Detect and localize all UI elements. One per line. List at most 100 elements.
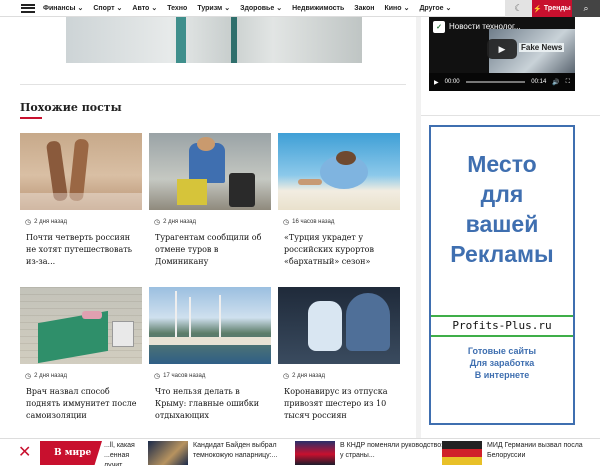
post-time: 2 дня назад: [34, 373, 68, 379]
nav-item-finance[interactable]: Финансы ⌄: [43, 4, 84, 13]
fullscreen-icon[interactable]: ⛶: [566, 79, 570, 86]
sidebar: Fake News ✓ Новости технолог... ▶ ▶ 00:0…: [421, 17, 600, 466]
post-time: 16 часов назад: [292, 219, 335, 225]
post-thumbnail[interactable]: [278, 287, 400, 364]
chevron-down-icon: ⌄: [116, 5, 123, 12]
channel-logo-icon: ✓: [433, 20, 445, 33]
nav-item-label: Другое: [419, 4, 444, 12]
post-title[interactable]: Что нельзя делать в Крыму: главные ошибк…: [155, 386, 266, 422]
video-seek-bar[interactable]: [465, 81, 526, 83]
nav-item-label: Здоровье: [240, 4, 275, 12]
main-column: Похожие посты ◷ 2 дня назад Почти четверт…: [0, 17, 416, 466]
trends-button[interactable]: ⚡ Тренды: [532, 0, 572, 17]
menu-icon[interactable]: [21, 3, 35, 13]
post-card[interactable]: ◷ 17 часов назад Что нельзя делать в Крым…: [149, 287, 271, 442]
post-title[interactable]: Врач назвал способ поднять иммунитет пос…: [26, 386, 137, 422]
bolt-icon: ⚡: [533, 5, 542, 13]
nav-item-label: Закон: [354, 4, 375, 12]
divider: [421, 115, 600, 116]
play-icon[interactable]: ▶: [434, 79, 439, 86]
video-player[interactable]: Fake News ✓ Новости технолог... ▶ ▶ 00:0…: [429, 17, 575, 91]
ad-subtext-line: Готовые сайты: [467, 346, 537, 356]
top-navigation: Финансы ⌄ Спорт ⌄ Авто ⌄ Техно Туризм ⌄ Здор…: [0, 0, 600, 17]
video-duration: 00:14: [531, 79, 547, 85]
ticker-item[interactable]: Кандидат Байден выбрал темнокожую напарн…: [148, 441, 298, 465]
ad-headline: Место для вашей Рекламы: [431, 149, 573, 269]
nav-item-techno[interactable]: Техно: [167, 5, 187, 12]
ticker-item-text: ...ll, какая ...енная лучит гриф...: [104, 442, 135, 466]
chevron-down-icon: ⌄: [403, 5, 410, 12]
news-ticker: ✕ В мире ...ll, какая ...енная лучит гри…: [0, 438, 600, 466]
chevron-down-icon: ⌄: [445, 5, 452, 12]
post-thumbnail[interactable]: [20, 133, 142, 210]
post-meta: ◷ 2 дня назад: [25, 372, 142, 380]
post-thumbnail[interactable]: [20, 287, 142, 364]
ticker-thumbnail: [295, 441, 335, 465]
post-thumbnail[interactable]: [149, 287, 271, 364]
section-title: Похожие посты: [20, 101, 122, 114]
nav-item-label: Финансы: [43, 4, 76, 12]
nav-item-label: Туризм: [197, 4, 223, 12]
volume-icon[interactable]: 🔊: [552, 79, 559, 86]
post-title[interactable]: Почти четверть россиян не хотят путешест…: [26, 232, 137, 268]
moon-icon[interactable]: ☾: [505, 0, 532, 17]
nav-item-tourism[interactable]: Туризм ⌄: [197, 4, 230, 13]
nav-item-label: Кино: [384, 4, 402, 12]
close-icon[interactable]: ✕: [18, 444, 31, 462]
ticker-item-text: В КНДР поменяли руководство: у страны...: [340, 442, 444, 459]
ad-subtext: Готовые сайты Для заработка В интернете: [431, 345, 573, 381]
post-time: 2 дня назад: [163, 219, 197, 225]
clock-icon: ◷: [25, 219, 32, 226]
clock-icon: ◷: [283, 219, 290, 226]
post-meta: ◷ 17 часов назад: [154, 372, 271, 380]
nav-item-realty[interactable]: Недвижимость: [292, 5, 344, 12]
video-current-time: 00:00: [444, 79, 460, 85]
ticker-item[interactable]: В КНДР поменяли руководство: у страны...: [295, 441, 445, 465]
post-meta: ◷ 2 дня назад: [25, 218, 142, 226]
ad-brand: Profits-Plus.ru: [431, 315, 573, 337]
post-time: 17 часов назад: [163, 373, 206, 379]
video-title[interactable]: Новости технолог...: [449, 22, 521, 31]
nav-item-health[interactable]: Здоровье ⌄: [240, 4, 282, 13]
section-title-underline: [20, 117, 42, 119]
nav-item-label: Спорт: [93, 4, 115, 12]
video-screen-text: Fake News: [519, 43, 565, 52]
post-title[interactable]: Коронавирус из отпуска привозят шестеро …: [284, 386, 395, 422]
nav-item-cinema[interactable]: Кино ⌄: [384, 4, 410, 13]
trends-label: Тренды: [543, 5, 571, 12]
nav-item-other[interactable]: Другое ⌄: [419, 4, 452, 13]
ad-subtext-line: Для заработка: [469, 358, 535, 368]
ticker-item-text: Кандидат Байден выбрал темнокожую напарн…: [193, 442, 278, 459]
post-thumbnail[interactable]: [278, 133, 400, 210]
play-button[interactable]: ▶: [487, 39, 517, 59]
nav-item-sport[interactable]: Спорт ⌄: [93, 4, 123, 13]
nav-item-law[interactable]: Закон: [354, 5, 374, 12]
ad-headline-line: Место: [467, 151, 537, 177]
ticker-item[interactable]: ...ll, какая ...енная лучит гриф...: [104, 441, 144, 466]
post-title[interactable]: «Турция украдет у российских курортов «б…: [284, 232, 395, 268]
clock-icon: ◷: [283, 373, 290, 380]
chevron-down-icon: ⌄: [77, 5, 84, 12]
ad-banner[interactable]: Место для вашей Рекламы Profits-Plus.ru …: [429, 125, 575, 425]
ticker-thumbnail: [442, 441, 482, 465]
nav-item-auto[interactable]: Авто ⌄: [132, 4, 158, 13]
video-controls: ▶ 00:00 00:14 🔊 ⛶: [429, 73, 575, 91]
article-image: [66, 17, 362, 63]
post-card[interactable]: ◷ 2 дня назад Коронавирус из отпуска прив…: [278, 287, 400, 442]
post-card[interactable]: ◷ 2 дня назад Врач назвал способ поднять …: [20, 287, 142, 442]
post-card[interactable]: ◷ 2 дня назад Почти четверть россиян не х…: [20, 133, 142, 288]
video-title-bar: ✓ Новости технолог...: [429, 17, 575, 36]
nav-item-label: Авто: [132, 4, 150, 12]
nav-actions: ☾ ⚡ Тренды ⌕: [505, 0, 600, 17]
post-thumbnail[interactable]: [149, 133, 271, 210]
nav-item-label: Техно: [167, 4, 188, 12]
post-meta: ◷ 2 дня назад: [283, 372, 400, 380]
post-card[interactable]: ◷ 16 часов назад «Турция украдет у россий…: [278, 133, 400, 288]
nav-item-label: Недвижимость: [292, 4, 345, 12]
chevron-down-icon: ⌄: [151, 5, 158, 12]
post-card[interactable]: ◷ 2 дня назад Турагентам сообщили об отме…: [149, 133, 271, 288]
ad-headline-line: для: [480, 181, 524, 207]
post-title[interactable]: Турагентам сообщили об отмене туров в До…: [155, 232, 266, 268]
ticker-item[interactable]: МИД Германии вызвал посла Белоруссии: [442, 441, 592, 465]
search-icon[interactable]: ⌕: [572, 0, 600, 17]
